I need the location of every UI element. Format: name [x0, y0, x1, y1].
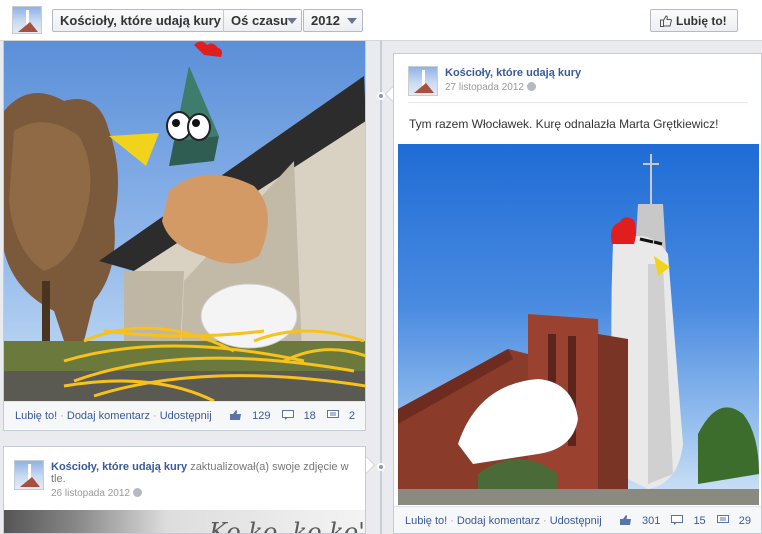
page-selector[interactable]: Kościoły, które udają kury Oś czasu [52, 9, 302, 32]
post-author-line: Kościoły, które udają kury zaktualizował… [51, 461, 356, 485]
church-rooster-photo [398, 154, 759, 505]
comment-action[interactable]: Dodaj komentarz [67, 410, 150, 422]
post-text: Tym razem Włocławek. Kurę odnalazła Mart… [409, 117, 719, 131]
share-icon [716, 515, 729, 523]
timeline-header: Kościoły, które udają kury Oś czasu 2012… [0, 0, 762, 41]
share-action[interactable]: Udostępnij [550, 515, 602, 527]
like-action[interactable]: Lubię to! [15, 410, 57, 422]
timeline-spine [380, 41, 382, 534]
share-icon [326, 410, 339, 418]
thumbs-up-icon [620, 515, 632, 525]
page-profile-thumbnail[interactable] [12, 6, 42, 34]
like-page-label: Lubię to! [676, 14, 727, 28]
post-author[interactable]: Kościoły, które udają kury [51, 461, 187, 473]
year-label[interactable]: 2012 [311, 13, 340, 28]
post-date[interactable]: 27 listopada 2012 [445, 82, 536, 93]
section-selector[interactable]: Oś czasu [231, 13, 288, 28]
like-page-button[interactable]: Lubię to! [650, 9, 738, 32]
like-action[interactable]: Lubię to! [405, 515, 447, 527]
post-card: Lubię to! · Dodaj komentarz · Udostępnij 129… [3, 41, 366, 431]
post-stats: 129 18 2 [222, 410, 355, 422]
selector-divider [223, 9, 224, 32]
likes-count: 301 [642, 515, 661, 527]
globe-icon [526, 82, 536, 91]
thumbs-up-icon [230, 410, 242, 420]
post-card: Kościoły, które udają kury zaktualizował… [3, 446, 366, 534]
shares-count: 2 [348, 410, 355, 422]
post-card: Kościoły, które udają kury 27 listopada … [393, 53, 762, 534]
post-date[interactable]: 26 listopada 2012 [51, 488, 142, 499]
likes-count: 129 [252, 410, 271, 422]
shares-count: 29 [738, 515, 751, 527]
globe-icon [132, 488, 142, 497]
comment-action[interactable]: Dodaj komentarz [457, 515, 540, 527]
post-actions-bar: Lubię to! · Dodaj komentarz · Udostępnij 301… [394, 506, 761, 533]
cover-quote: Ko ko, ko ko" [209, 518, 366, 534]
page-name[interactable]: Kościoły, które udają kury [60, 13, 221, 28]
post-photo[interactable] [398, 144, 759, 505]
comment-icon [281, 410, 294, 420]
comments-count: 18 [303, 410, 316, 422]
divider [408, 102, 748, 103]
share-action[interactable]: Udostępnij [160, 410, 212, 422]
timeline-marker [377, 463, 385, 471]
post-photo[interactable] [4, 41, 365, 401]
likes-count-link[interactable]: 129 [230, 410, 271, 422]
comments-count: 15 [693, 515, 706, 527]
likes-count-link[interactable]: 301 [620, 515, 660, 527]
caret-down-icon[interactable] [287, 18, 297, 24]
timeline-pointer [366, 456, 375, 474]
shares-count-link[interactable]: 29 [716, 515, 751, 527]
caret-down-icon[interactable] [347, 18, 357, 24]
comment-icon [671, 515, 684, 525]
post-date-text[interactable]: 26 listopada 2012 [51, 488, 130, 499]
avatar[interactable] [14, 460, 44, 490]
shares-count-link[interactable]: 2 [326, 410, 355, 422]
post-stats: 301 15 29 [612, 515, 751, 527]
thumbs-up-icon [660, 15, 672, 27]
avatar[interactable] [408, 66, 438, 96]
post-date-text[interactable]: 27 listopada 2012 [445, 82, 524, 93]
comments-count-link[interactable]: 15 [671, 515, 706, 527]
post-actions-bar: Lubię to! · Dodaj komentarz · Udostępnij 129… [4, 401, 365, 429]
timeline-marker [377, 92, 385, 100]
post-author[interactable]: Kościoły, które udają kury [445, 67, 581, 79]
church-chicken-illustration [4, 41, 365, 401]
comments-count-link[interactable]: 18 [281, 410, 316, 422]
year-selector[interactable]: 2012 [303, 9, 363, 32]
